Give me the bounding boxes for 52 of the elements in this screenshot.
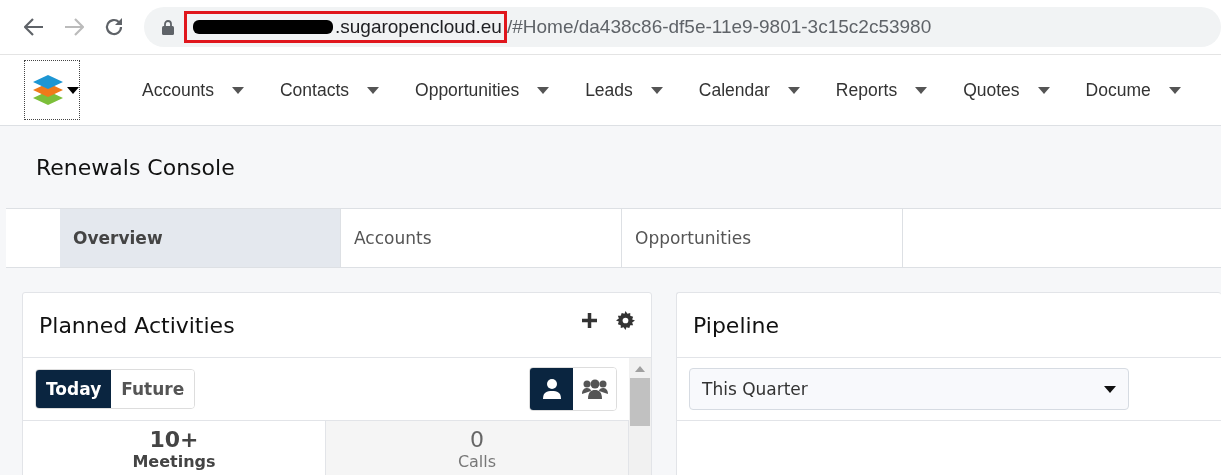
scrollbar-thumb[interactable] — [630, 378, 650, 426]
page-title: Renewals Console — [36, 154, 235, 180]
url-path: /#Home/da438c86-df5e-11e9-9801-3c15c2c53980 — [506, 16, 932, 38]
reload-icon[interactable] — [104, 17, 124, 37]
count-value: 10+ — [148, 427, 200, 452]
nav-label[interactable]: Opportunities — [415, 79, 520, 101]
plus-icon[interactable] — [581, 311, 598, 329]
nav-menu-item[interactable]: Leads — [585, 79, 663, 101]
nav-menu-item[interactable]: Opportunities — [415, 79, 550, 101]
settings-icon[interactable] — [616, 310, 635, 330]
caret-icon — [367, 86, 380, 94]
nav-menu-item[interactable]: Contacts — [280, 79, 380, 101]
back-icon[interactable] — [24, 18, 44, 36]
count-label: Meetings — [131, 452, 217, 471]
nav-menu-item[interactable]: Reports — [835, 79, 928, 101]
period-dropdown[interactable]: This Quarter — [689, 368, 1129, 410]
lock-icon — [162, 19, 174, 35]
group-icon — [581, 379, 608, 399]
caret-icon — [1168, 86, 1181, 94]
nav-label[interactable]: Leads — [585, 79, 633, 101]
dashlet-title: Planned Activities — [39, 312, 236, 338]
nav-menu-item[interactable]: Calendar — [698, 79, 800, 101]
caret-icon — [650, 86, 663, 94]
app-menu-button[interactable] — [24, 60, 80, 120]
nav-label[interactable]: Calendar — [698, 79, 770, 101]
nav-label[interactable]: Contacts — [280, 79, 350, 101]
filter-toggle[interactable]: Today — [36, 370, 112, 408]
nav-label[interactable]: Accounts — [142, 79, 214, 101]
nav-label[interactable]: Reports — [835, 79, 898, 101]
nav-menu-item[interactable]: Accounts — [142, 79, 244, 101]
caret-icon — [787, 86, 800, 94]
caret-icon — [232, 86, 244, 94]
caret-icon — [1104, 385, 1116, 393]
scrollbar[interactable] — [629, 358, 651, 475]
dashlet-title: Pipeline — [693, 312, 781, 338]
caret-icon — [915, 86, 928, 94]
tab[interactable]: Overview — [60, 209, 341, 267]
caret-icon — [67, 86, 79, 94]
layers-icon — [31, 72, 65, 108]
count-value: 0 — [469, 427, 485, 452]
count-label: Calls — [456, 452, 498, 471]
url-host: .sugaropencloud.eu — [335, 16, 502, 38]
caret-icon — [537, 86, 550, 94]
nav-label[interactable]: Quotes — [963, 79, 1020, 101]
address-bar[interactable]: .sugaropencloud.eu /#Home/da438c86-df5e-11e9-9801-3c15c2c53980 — [144, 7, 1221, 47]
user-icon — [542, 379, 561, 399]
nav-label[interactable]: Docume — [1085, 79, 1151, 101]
nav-menu-item[interactable]: Quotes — [963, 79, 1050, 101]
nav-menu-item[interactable]: Docume — [1085, 79, 1181, 101]
caret-icon — [1037, 86, 1050, 94]
count-tab[interactable]: 0 Calls — [326, 421, 629, 475]
scope-toggle[interactable] — [530, 368, 573, 410]
